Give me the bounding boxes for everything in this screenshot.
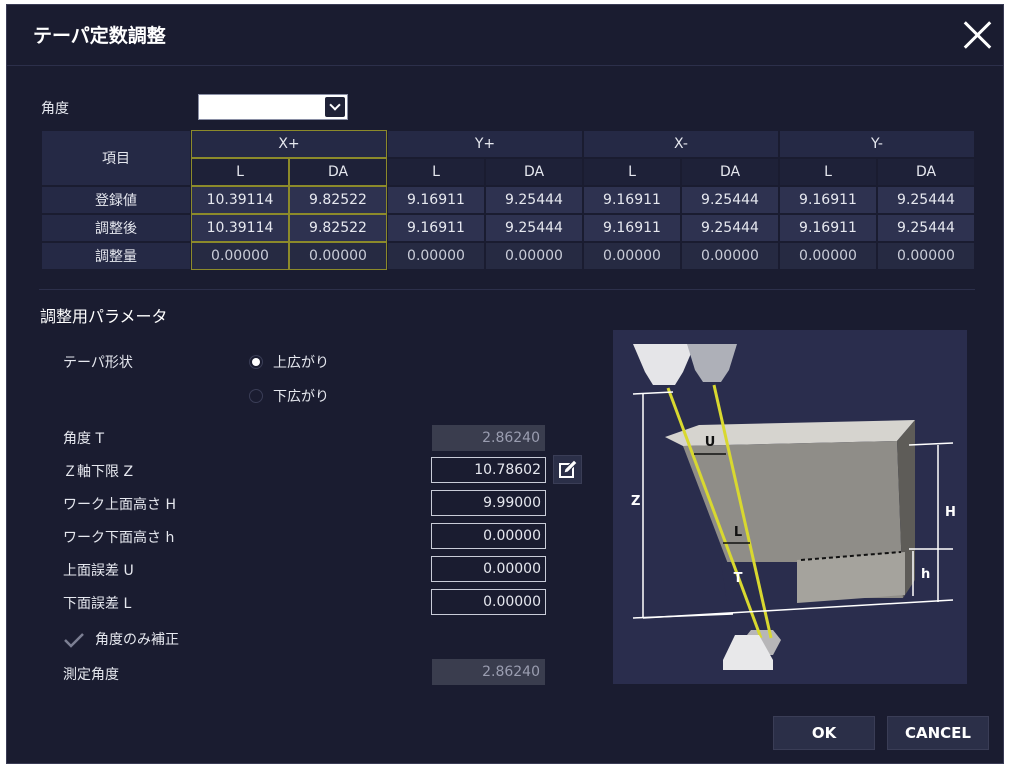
taper-table: 項目 X+ Y+ X- Y- L DA L DA L DA L DA 登録値 1… [40,129,976,271]
h-field[interactable]: 9.99000 [431,490,546,516]
table-cell: 0.00000 [876,241,976,271]
radio-down[interactable] [249,389,263,403]
sub-header: DA [484,157,584,187]
ok-button[interactable]: OK [773,716,875,750]
sub-header: L [778,157,878,187]
measured-angle-label: 測定角度 [63,667,119,683]
taper-constant-dialog: テーパ定数調整 角度 項目 X+ Y+ X- Y- L DA L DA L DA [6,4,1004,764]
upper-guide-back [687,344,737,382]
section-title: 調整用パラメータ [40,307,168,326]
z-field[interactable]: 10.78602 [431,457,546,483]
table-cell: 9.16911 [386,213,486,243]
table-cell: 9.82522 [288,213,388,243]
cancel-button[interactable]: CANCEL [887,716,989,750]
row-label: 登録値 [40,185,192,215]
label-z: Z [631,494,640,509]
angle-select[interactable] [198,94,348,120]
label-h-upper: H [945,505,956,520]
table-cell: 9.16911 [386,185,486,215]
table-cell: 10.39114 [190,185,290,215]
angle-t-field: 2.86240 [432,425,545,451]
h-low-field[interactable]: 0.00000 [431,523,546,549]
taper-diagram: U L T Z H h [613,330,967,684]
label-l: L [734,525,742,540]
table-cell: 9.25444 [680,185,780,215]
table-cell: 10.39114 [190,213,290,243]
sub-header: DA [876,157,976,187]
row-label: 調整後 [40,213,192,243]
taper-shape-label: テーパ形状 [63,355,133,371]
edit-pencil-icon[interactable] [553,455,582,484]
h-low-label: ワーク下面高さ h [63,530,175,546]
table-cell: 9.16911 [778,185,878,215]
u-field[interactable]: 0.00000 [431,556,546,582]
measured-angle-field: 2.86240 [432,659,545,685]
table-cell: 9.25444 [484,213,584,243]
row-label: 調整量 [40,241,192,271]
sub-header: DA [680,157,780,187]
table-cell: 9.16911 [778,213,878,243]
table-row: 調整量 0.00000 0.00000 0.00000 0.00000 0.00… [40,241,976,271]
workpiece-lower-step [797,552,905,603]
sub-header: L [386,157,486,187]
table-cell: 0.00000 [582,241,682,271]
angle-t-label: 角度 T [63,431,105,447]
table-row: 調整後 10.39114 9.82522 9.16911 9.25444 9.1… [40,213,976,243]
h-label: ワーク上面高さ H [63,497,176,513]
radio-up-label: 上広がり [273,355,329,371]
chevron-down-icon[interactable] [325,97,345,117]
table-cell: 0.00000 [680,241,780,271]
table-cell: 0.00000 [190,241,290,271]
close-icon[interactable] [962,19,994,51]
table-cell: 0.00000 [778,241,878,271]
table-cell: 0.00000 [484,241,584,271]
table-cell: 0.00000 [386,241,486,271]
angle-only-label: 角度のみ補正 [95,632,179,648]
table-cell: 9.25444 [680,213,780,243]
checkmark-icon[interactable] [63,631,85,649]
group-header-xminus: X- [582,129,780,159]
label-h-lower: h [921,567,930,582]
group-header-yplus: Y+ [386,129,584,159]
sub-header: L [582,157,682,187]
table-cell: 9.16911 [582,213,682,243]
label-t: T [734,571,743,586]
label-u: U [705,435,716,450]
radio-down-label: 下広がり [273,389,329,405]
table-cell: 0.00000 [288,241,388,271]
title-bar: テーパ定数調整 [7,5,1003,66]
table-cell: 9.25444 [484,185,584,215]
item-header: 項目 [40,129,192,187]
sub-header: L [190,157,290,187]
group-header-xplus: X+ [190,129,388,159]
divider [39,289,975,290]
table-cell: 9.25444 [876,185,976,215]
u-label: 上面誤差 U [63,563,134,579]
upper-guide-front [633,344,695,385]
table-row: 登録値 10.39114 9.82522 9.16911 9.25444 9.1… [40,185,976,215]
angle-label: 角度 [41,101,69,117]
table-cell: 9.82522 [288,185,388,215]
sub-header: DA [288,157,388,187]
group-header-yminus: Y- [778,129,976,159]
l-label: 下面誤差 L [63,596,132,612]
l-field[interactable]: 0.00000 [431,589,546,615]
table-cell: 9.25444 [876,213,976,243]
radio-up[interactable] [249,355,263,369]
table-cell: 9.16911 [582,185,682,215]
dialog-title: テーパ定数調整 [33,25,166,47]
z-label: Ｚ軸下限 Z [63,464,134,480]
